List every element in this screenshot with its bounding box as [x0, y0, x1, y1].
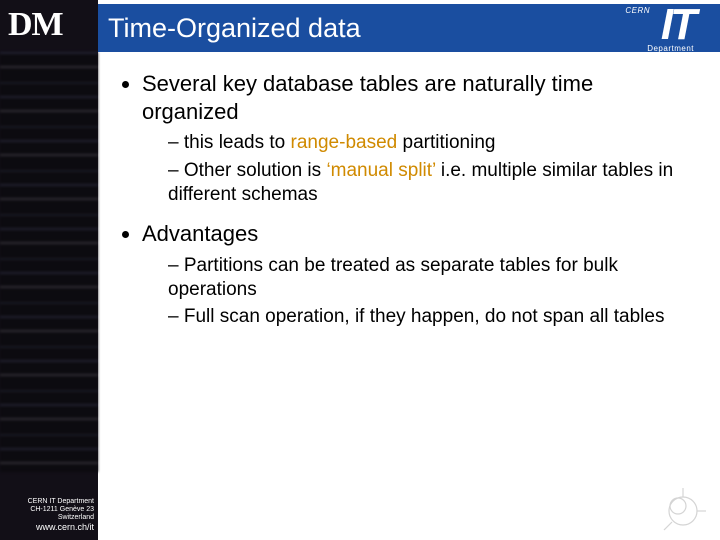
bullet-2-sub-2: Full scan operation, if they happen, do … [168, 305, 690, 329]
b1s2-highlight: ‘manual split’ [326, 160, 435, 181]
b1s1-pre: this leads to [184, 132, 291, 153]
title-bar: Time-Organized data CERN IT Department [98, 4, 720, 52]
b1s1-highlight: range-based [291, 132, 398, 153]
bullet-2: Advantages Partitions can be treated as … [142, 220, 690, 329]
footer-url: www.cern.ch/it [0, 522, 94, 532]
footer-address: CERN IT Department CH-1211 Genève 23 Swi… [0, 498, 98, 532]
slide-body: Several key database tables are naturall… [120, 70, 690, 343]
b1s2-pre: Other solution is [184, 160, 327, 181]
dm-logo: DM [8, 6, 63, 44]
bullet-1-text: Several key database tables are naturall… [142, 71, 593, 124]
bullet-list-level1: Several key database tables are naturall… [120, 70, 690, 329]
it-logo-it: IT [661, 0, 694, 50]
bullet-2-sub-1: Partitions can be treated as separate ta… [168, 254, 690, 302]
b1s1-post: partitioning [397, 132, 495, 153]
bullet-1-sublist: this leads to range-based partitioning O… [142, 131, 690, 206]
it-logo-dep: Department [647, 44, 694, 53]
footer-line-3: Switzerland [0, 514, 94, 522]
footer-line-1: CERN IT Department [0, 498, 94, 506]
bullet-2-sublist: Partitions can be treated as separate ta… [142, 254, 690, 329]
side-code-texture [0, 52, 98, 472]
footer-line-2: CH-1211 Genève 23 [0, 506, 94, 514]
bullet-1-sub-2: Other solution is ‘manual split’ i.e. mu… [168, 159, 690, 207]
bullet-1-sub-1: this leads to range-based partitioning [168, 131, 690, 155]
slide-title: Time-Organized data [108, 13, 361, 44]
bullet-1: Several key database tables are naturall… [142, 70, 690, 206]
slide: DM Time-Organized data CERN IT Departmen… [0, 0, 720, 540]
cern-ring-icon [660, 488, 706, 534]
bullet-2-text: Advantages [142, 221, 258, 246]
cern-it-logo: CERN IT Department [574, 4, 694, 54]
it-logo-cern: CERN [574, 6, 650, 15]
